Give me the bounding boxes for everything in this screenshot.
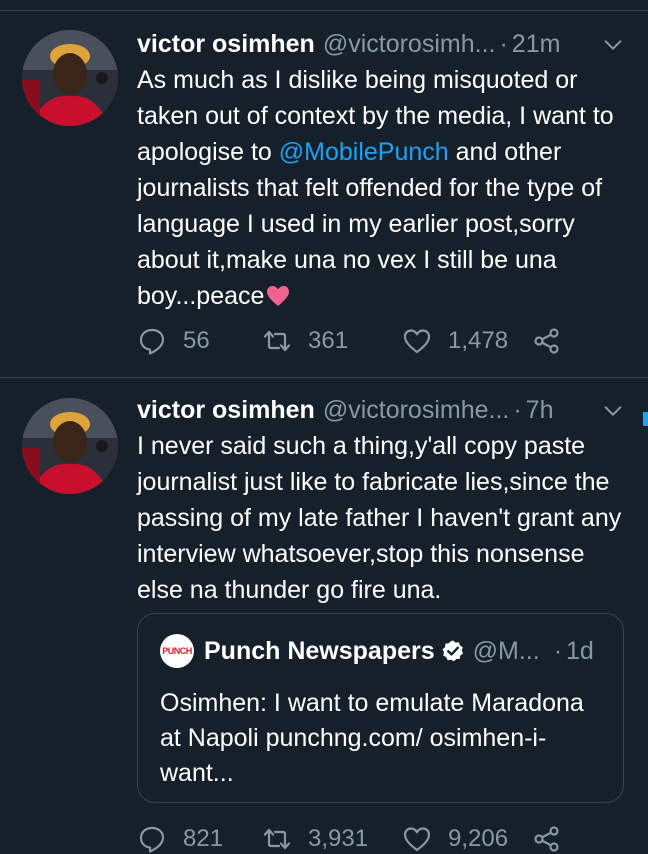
tweet[interactable]: victor osimhen @victorosimh... · 21m As … xyxy=(0,10,648,378)
tweet-text: I never said such a thing,y'all copy pas… xyxy=(137,432,622,604)
share-icon xyxy=(534,328,559,354)
like-icon xyxy=(403,827,431,852)
tweet-text: As much as I dislike being misquoted or … xyxy=(137,62,628,314)
retweet-count: 361 xyxy=(308,327,349,354)
mention-link[interactable]: @MobilePunch xyxy=(279,138,449,166)
avatar[interactable] xyxy=(22,398,118,494)
separator-dot: · xyxy=(513,396,522,424)
share-icon xyxy=(534,826,559,852)
tweet-content: victor osimhen @victorosimhe... · 7h I n… xyxy=(137,394,628,608)
quoted-display-name[interactable]: Punch Newspapers xyxy=(204,637,435,666)
scrollbar[interactable] xyxy=(643,412,648,426)
tweet-header: victor osimhen @victorosimhe... · 7h xyxy=(137,394,628,426)
quoted-tweet[interactable]: PUNCH Punch Newspapers @M... · 1d Osimhe… xyxy=(137,613,624,803)
tweet[interactable]: victor osimhen @victorosimhe... · 7h I n… xyxy=(0,378,648,853)
display-name[interactable]: victor osimhen xyxy=(137,394,315,426)
tweet-content: victor osimhen @victorosimh... · 21m As … xyxy=(137,28,628,314)
like-button[interactable]: 1,478 xyxy=(402,326,532,356)
share-button[interactable] xyxy=(532,824,562,854)
like-icon xyxy=(403,329,431,354)
tweet-actions: 56 361 1,478 xyxy=(137,326,562,356)
like-count: 1,478 xyxy=(448,327,509,354)
reply-button[interactable]: 821 xyxy=(137,824,262,854)
retweet-button[interactable]: 361 xyxy=(262,326,402,356)
reply-button[interactable]: 56 xyxy=(137,326,262,356)
separator-dot: · xyxy=(553,636,563,665)
quoted-avatar[interactable]: PUNCH xyxy=(160,634,194,668)
user-handle[interactable]: @victorosimhe... xyxy=(323,394,510,426)
display-name[interactable]: victor osimhen xyxy=(137,28,315,60)
retweet-icon xyxy=(263,330,291,352)
quoted-tweet-header: PUNCH Punch Newspapers @M... · 1d xyxy=(160,634,603,668)
reply-icon xyxy=(139,826,165,853)
quoted-tweet-text: Osimhen: I want to emulate Maradona at N… xyxy=(160,689,584,787)
timestamp[interactable]: 21m xyxy=(512,28,561,60)
reply-icon xyxy=(139,328,165,355)
verified-badge-icon xyxy=(442,640,463,662)
timestamp[interactable]: 7h xyxy=(526,394,554,426)
like-button[interactable]: 9,206 xyxy=(402,824,532,854)
separator-dot: · xyxy=(499,30,508,58)
user-handle[interactable]: @victorosimh... xyxy=(323,28,496,60)
tweet-actions: 821 3,931 9,206 xyxy=(137,824,562,854)
avatar[interactable] xyxy=(22,30,118,126)
chevron-down-icon[interactable] xyxy=(602,34,624,56)
share-button[interactable] xyxy=(532,326,562,356)
tweet-header: victor osimhen @victorosimh... · 21m xyxy=(137,28,628,60)
quoted-timestamp[interactable]: 1d xyxy=(566,637,594,666)
retweet-icon xyxy=(263,828,291,850)
pink-heart-emoji xyxy=(267,286,290,306)
chevron-down-icon[interactable] xyxy=(602,400,624,422)
retweet-button[interactable]: 3,931 xyxy=(262,824,402,854)
quoted-handle[interactable]: @M... xyxy=(473,637,540,666)
reply-count: 56 xyxy=(183,327,210,354)
